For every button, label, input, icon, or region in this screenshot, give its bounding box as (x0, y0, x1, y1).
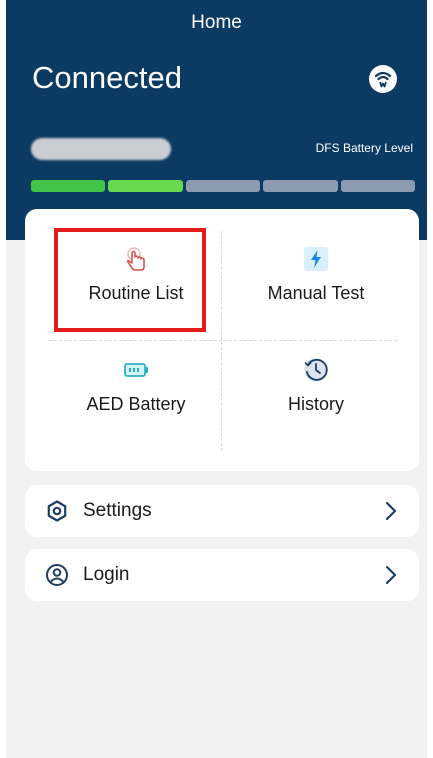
app-screen: Home Connected DFS Battery Level Routine… (6, 0, 427, 758)
battery-segment (340, 180, 416, 192)
battery-segment (31, 180, 106, 192)
wireless-icon[interactable] (369, 65, 397, 93)
device-name-blurred (31, 138, 171, 160)
history-clock-icon (304, 358, 328, 382)
settings-label: Settings (83, 500, 152, 521)
header: Home Connected DFS Battery Level (6, 0, 427, 240)
tile-label: Routine List (88, 283, 184, 303)
battery-level-bar (31, 180, 416, 192)
battery-segment (263, 180, 338, 192)
manual-test-tile[interactable]: Manual Test (231, 231, 401, 331)
login-label: Login (83, 564, 130, 585)
lightning-bolt-icon (304, 247, 328, 271)
tile-label: AED Battery (86, 394, 186, 414)
tap-hand-icon (126, 247, 145, 271)
aed-battery-tile[interactable]: AED Battery (51, 342, 221, 442)
chevron-right-icon (385, 501, 397, 521)
settings-icon (47, 500, 67, 522)
user-profile-icon (46, 564, 68, 586)
settings-row[interactable]: Settings (25, 485, 419, 537)
divider (221, 231, 222, 451)
tile-label: History (287, 394, 344, 414)
chevron-right-icon (385, 565, 397, 585)
history-tile[interactable]: History (231, 342, 401, 442)
menu-card: Routine List Manual Test AED Battery His… (25, 209, 419, 471)
battery-level-label: DFS Battery Level (315, 141, 413, 155)
battery-segment (108, 180, 183, 192)
tile-label: Manual Test (267, 283, 365, 303)
battery-segment (185, 180, 261, 192)
routine-list-tile[interactable]: Routine List (51, 231, 221, 331)
divider (49, 340, 397, 341)
battery-icon (124, 363, 148, 377)
connection-status: Connected (32, 60, 182, 95)
login-row[interactable]: Login (25, 549, 419, 601)
page-title: Home (191, 12, 242, 33)
